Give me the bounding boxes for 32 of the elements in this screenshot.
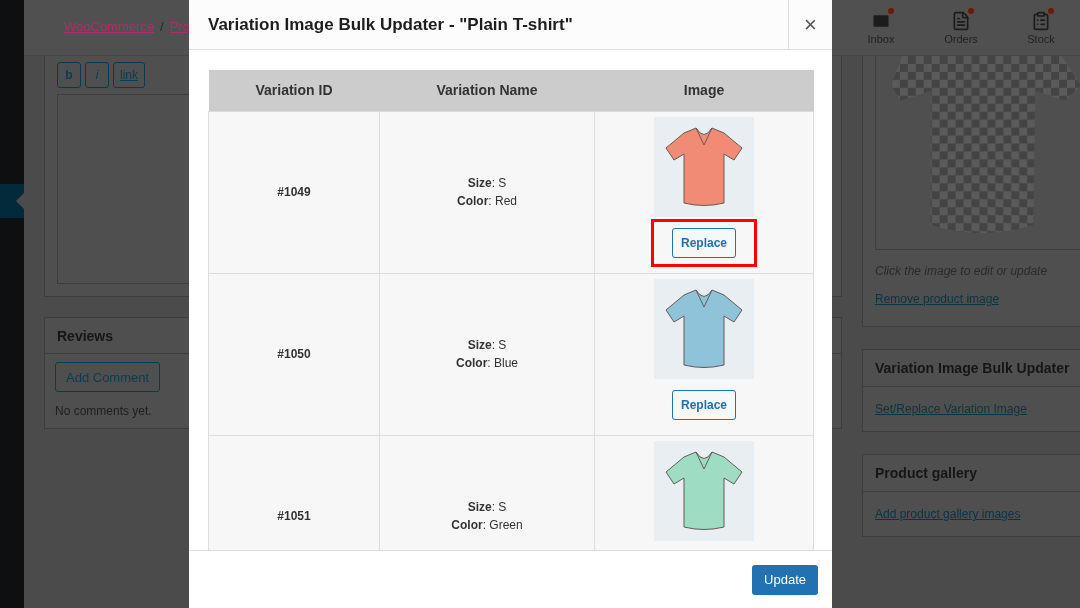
update-button[interactable]: Update <box>752 564 818 595</box>
panel-title: Reviews <box>57 327 114 344</box>
variation-id: #1049 <box>277 185 311 199</box>
panel-title: Variation Image Bulk Updater <box>875 360 1070 376</box>
attribute-text: Color: Blue <box>456 356 518 370</box>
column-header: Variation ID <box>208 70 380 111</box>
column-header: Image <box>594 70 814 111</box>
attribute-text: Color: Green <box>451 518 523 532</box>
attribute-text: Size: S <box>467 176 507 190</box>
format-button[interactable]: b <box>57 62 81 88</box>
variation-id: #1051 <box>277 509 311 523</box>
breadcrumb-separator: / <box>160 19 164 34</box>
modal-title: Variation Image Bulk Updater - "Plain T-shirt" <box>207 13 574 36</box>
breadcrumb-link[interactable]: WooCommerce <box>64 19 155 34</box>
remove-image-link[interactable]: Remove product image <box>875 292 1080 306</box>
menu-item[interactable] <box>0 184 24 218</box>
attribute-text: Size: S <box>467 338 507 352</box>
attribute-text: Color: Red <box>457 194 517 208</box>
replace-button[interactable]: Replace <box>672 390 736 420</box>
attribute-text: Size: S <box>467 500 507 514</box>
column-header: Variation Name <box>379 70 595 111</box>
replace-image-link[interactable]: Set/Replace Variation Image <box>875 402 1027 416</box>
replace-button[interactable]: Replace <box>672 228 736 258</box>
format-button[interactable]: link <box>113 62 145 88</box>
breadcrumb-link[interactable]: Pro <box>169 19 190 34</box>
tshirt-image[interactable] <box>875 56 1080 250</box>
panel-title: Product gallery <box>875 465 977 481</box>
add-gallery-link[interactable]: Add product gallery images <box>875 507 1021 521</box>
close-button[interactable]: × <box>788 0 832 49</box>
variation-id: #1050 <box>277 347 311 361</box>
add-comment-button[interactable]: Add Comment <box>55 362 161 392</box>
format-button[interactable]: i <box>85 62 109 88</box>
